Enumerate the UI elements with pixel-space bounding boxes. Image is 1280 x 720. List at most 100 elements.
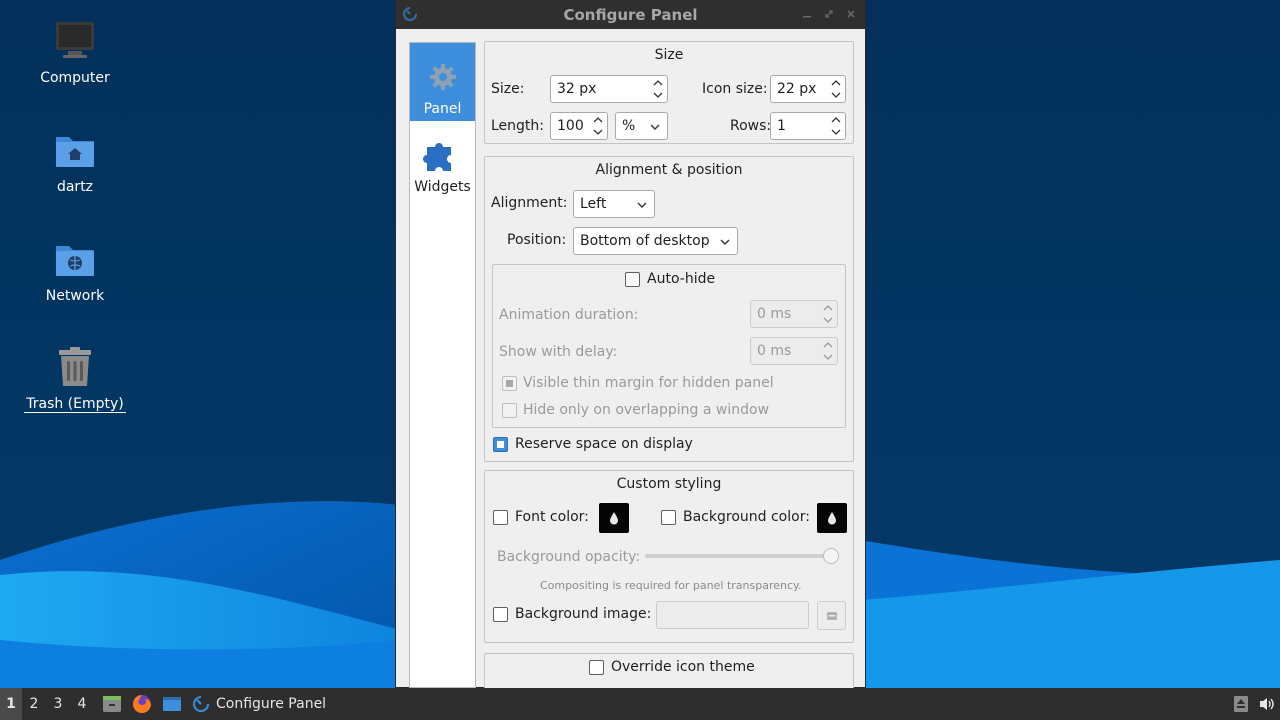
- length-unit-dropdown[interactable]: %: [615, 112, 668, 140]
- desktop-launcher[interactable]: [160, 688, 184, 720]
- autohide-checkbox[interactable]: [625, 272, 640, 287]
- icon-size-label: Icon size:: [702, 81, 768, 97]
- animation-duration-label: Animation duration:: [499, 307, 639, 323]
- icon-size-value: 22 px: [777, 81, 817, 97]
- spin-down-icon[interactable]: [830, 127, 842, 137]
- size-spinbox[interactable]: 32 px: [550, 75, 668, 103]
- window-titlebar[interactable]: Configure Panel: [396, 0, 865, 29]
- minimize-button[interactable]: [801, 6, 813, 22]
- workspace-4-button[interactable]: 4: [70, 688, 94, 720]
- spin-up-icon[interactable]: [822, 340, 834, 350]
- custom-styling-group: Custom styling Font color: Background co…: [484, 470, 854, 643]
- firefox-launcher[interactable]: [130, 688, 154, 720]
- background-image-field[interactable]: [656, 601, 809, 629]
- eject-icon: [1234, 696, 1248, 712]
- desktop-icon-label: Computer: [40, 70, 110, 86]
- autohide-label: Auto-hide: [647, 271, 716, 287]
- position-dropdown[interactable]: Bottom of desktop: [573, 227, 738, 255]
- show-delay-value: 0 ms: [757, 343, 792, 359]
- background-color-checkbox[interactable]: [661, 510, 676, 525]
- volume-icon: [1260, 698, 1274, 710]
- firefox-icon: [133, 695, 151, 713]
- taskbar-item-label: Configure Panel: [216, 696, 327, 712]
- spin-down-icon[interactable]: [592, 127, 604, 137]
- file-manager-launcher[interactable]: [100, 688, 124, 720]
- override-icon-theme-group: Override icon theme: [484, 653, 854, 689]
- spin-up-icon[interactable]: [830, 115, 842, 125]
- desktop-icon-home-folder[interactable]: dartz: [20, 129, 130, 195]
- alignment-value: Left: [580, 196, 607, 212]
- override-icon-theme-checkbox[interactable]: [589, 660, 604, 675]
- desktop-icon-label: dartz: [56, 179, 94, 195]
- removable-media-button[interactable]: [1228, 688, 1254, 720]
- desktop-icon-computer[interactable]: Computer: [20, 20, 130, 86]
- spin-up-icon[interactable]: [830, 78, 842, 88]
- desktop-icon-label: Network: [45, 288, 105, 304]
- spin-down-icon[interactable]: [830, 90, 842, 100]
- icon-size-spinbox[interactable]: 22 px: [770, 75, 846, 103]
- font-color-label: Font color:: [515, 509, 589, 525]
- rows-spinbox[interactable]: 1: [770, 112, 846, 140]
- spin-down-icon[interactable]: [822, 315, 834, 325]
- size-group: Size Size: 32 px Icon size: 22 px Length…: [484, 41, 854, 144]
- alignment-position-group: Alignment & position Alignment: Left Pos…: [484, 156, 854, 462]
- workspace-1-button[interactable]: 1: [0, 688, 22, 720]
- sidebar-item-label: Panel: [423, 101, 462, 117]
- autohide-subgroup: Auto-hide Animation duration: 0 ms Show …: [492, 264, 846, 428]
- font-color-button[interactable]: [599, 503, 629, 533]
- trash-icon: [59, 347, 91, 386]
- close-icon: [847, 10, 855, 18]
- length-spinbox[interactable]: 100: [550, 112, 608, 140]
- override-icon-theme-label: Override icon theme: [611, 659, 755, 675]
- position-label: Position:: [507, 232, 567, 248]
- taskbar: 1 2 3 4 Configure Panel: [0, 688, 1280, 720]
- configure-panel-window: Configure Panel Panel Widgets Size Size:…: [395, 0, 866, 689]
- chevron-down-icon: [650, 124, 660, 130]
- rows-label: Rows:: [730, 118, 772, 134]
- font-color-checkbox[interactable]: [493, 510, 508, 525]
- background-color-button[interactable]: [817, 503, 847, 533]
- compositing-note: Compositing is required for panel transp…: [540, 579, 802, 592]
- rows-value: 1: [777, 118, 786, 134]
- thin-margin-label: Visible thin margin for hidden panel: [523, 375, 774, 391]
- show-delay-spinbox[interactable]: 0 ms: [750, 337, 838, 365]
- browse-image-button[interactable]: [817, 601, 846, 630]
- length-label: Length:: [491, 118, 545, 134]
- minimize-icon: [803, 16, 811, 18]
- spin-down-icon[interactable]: [822, 352, 834, 362]
- background-image-label: Background image:: [515, 606, 652, 622]
- desktop-icon-network[interactable]: Network: [20, 238, 130, 304]
- spin-up-icon[interactable]: [592, 115, 604, 125]
- spin-up-icon[interactable]: [652, 78, 664, 88]
- background-color-label: Background color:: [683, 509, 810, 525]
- sidebar-item-label: Widgets: [414, 179, 471, 195]
- background-image-checkbox[interactable]: [493, 607, 508, 622]
- background-opacity-slider[interactable]: [645, 554, 837, 558]
- spin-down-icon[interactable]: [652, 90, 664, 100]
- sidebar-item-widgets[interactable]: Widgets: [410, 121, 475, 199]
- taskbar-item-configure-panel[interactable]: Configure Panel: [188, 688, 332, 720]
- desktop-icon-label: Trash (Empty): [24, 396, 126, 413]
- sidebar-item-panel[interactable]: Panel: [410, 43, 475, 121]
- hide-overlap-checkbox[interactable]: [502, 403, 517, 418]
- spin-up-icon[interactable]: [822, 303, 834, 313]
- network-folder-icon: [56, 246, 94, 276]
- thin-margin-checkbox[interactable]: [502, 376, 517, 391]
- close-button[interactable]: [845, 6, 857, 22]
- file-manager-icon: [103, 696, 121, 712]
- maximize-button[interactable]: [823, 6, 835, 22]
- animation-duration-value: 0 ms: [757, 306, 792, 322]
- slider-handle[interactable]: [823, 548, 839, 564]
- workspace-3-button[interactable]: 3: [46, 688, 70, 720]
- workspace-2-button[interactable]: 2: [22, 688, 46, 720]
- reserve-space-checkbox[interactable]: [493, 437, 508, 452]
- chevron-down-icon: [720, 239, 730, 245]
- animation-duration-spinbox[interactable]: 0 ms: [750, 300, 838, 328]
- alignment-dropdown[interactable]: Left: [573, 190, 655, 218]
- reserve-space-label: Reserve space on display: [515, 436, 693, 452]
- open-file-icon: [826, 611, 837, 620]
- volume-button[interactable]: [1254, 688, 1280, 720]
- home-folder-icon: [56, 137, 94, 167]
- window-title: Configure Panel: [563, 5, 698, 24]
- desktop-icon-trash[interactable]: Trash (Empty): [20, 346, 130, 413]
